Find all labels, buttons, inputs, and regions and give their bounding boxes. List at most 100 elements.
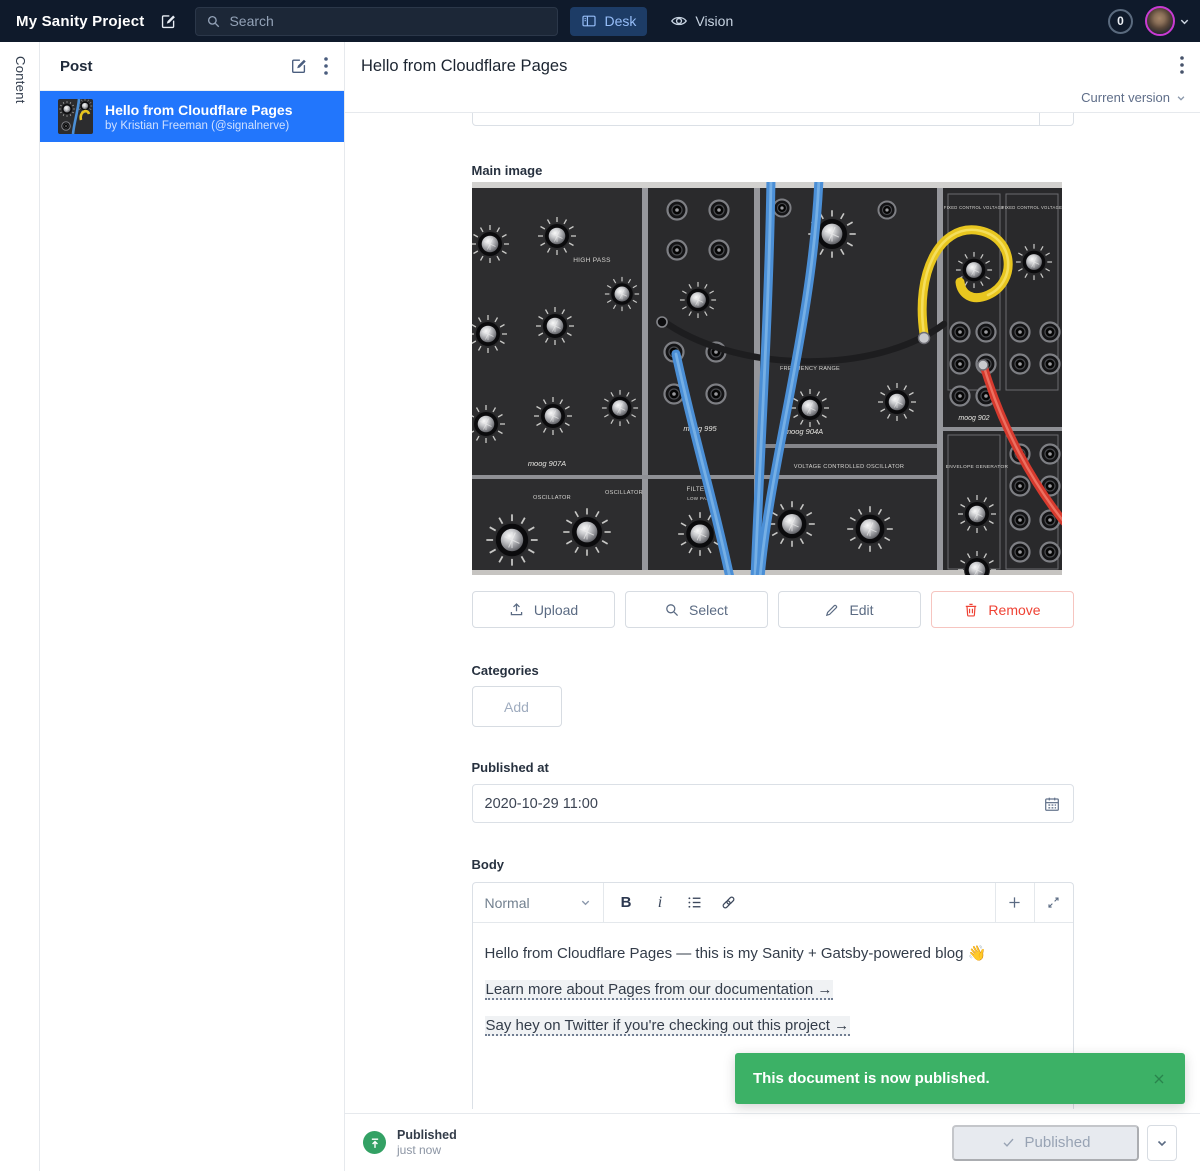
slug-generate-button[interactable]: [1039, 113, 1073, 125]
publish-status: Published just now: [363, 1128, 457, 1157]
document-editor-pane: Hello from Cloudflare Pages Current vers…: [345, 42, 1200, 1171]
chevron-down-icon: [1156, 1137, 1168, 1149]
publish-button[interactable]: Published: [952, 1125, 1139, 1161]
edit-button[interactable]: Edit: [778, 591, 921, 628]
list-item-post[interactable]: Hello from Cloudflare Pages by Kristian …: [40, 91, 344, 142]
project-title[interactable]: My Sanity Project: [16, 13, 144, 30]
remove-button[interactable]: Remove: [931, 591, 1074, 628]
upload-icon: [508, 601, 525, 618]
create-post-button[interactable]: [290, 57, 308, 75]
slug-field-cutoff: [472, 113, 1074, 127]
kebab-menu-icon: [1180, 56, 1184, 74]
avatar[interactable]: [1145, 6, 1175, 36]
document-menu-button[interactable]: [1180, 56, 1184, 74]
photo-label-moog-907a: moog 907A: [527, 459, 565, 468]
calendar-button[interactable]: [1043, 795, 1061, 813]
bullet-list-icon: [686, 894, 703, 911]
new-document-button[interactable]: [160, 13, 177, 30]
kebab-menu-icon: [324, 57, 328, 75]
compose-icon: [160, 13, 177, 30]
insert-block-button[interactable]: [995, 883, 1034, 922]
list-item-title: Hello from Cloudflare Pages: [105, 101, 292, 119]
main-image-label: Main image: [472, 163, 1074, 178]
style-dropdown-value: Normal: [485, 895, 530, 911]
body-paragraph[interactable]: Hello from Cloudflare Pages — this is my…: [485, 944, 1061, 964]
tab-desk-label: Desk: [604, 13, 636, 29]
photo-label-envelope: ENVELOPE GENERATOR: [945, 464, 1008, 470]
document-header: Hello from Cloudflare Pages Current vers…: [345, 42, 1200, 113]
toast-message: This document is now published.: [753, 1070, 990, 1087]
link-button[interactable]: [714, 888, 743, 917]
body-link-documentation[interactable]: Learn more about Pages from our document…: [485, 980, 834, 1000]
bullet-list-button[interactable]: [680, 888, 709, 917]
main-image: HIGH PASS FREQUENCY RANGE FIXED CONTROL …: [472, 182, 1062, 575]
toast-success: This document is now published.: [735, 1053, 1185, 1104]
body-text-area[interactable]: Hello from Cloudflare Pages — this is my…: [473, 923, 1073, 1036]
search-input[interactable]: [229, 13, 547, 29]
photo-label-fixed-cv-1: FIXED CONTROL VOLTAGE: [943, 205, 1003, 210]
photo-label-frequency-range: FREQUENCY RANGE: [779, 366, 839, 372]
user-menu[interactable]: [1145, 6, 1190, 36]
eye-icon: [670, 12, 688, 30]
fullscreen-button[interactable]: [1034, 883, 1073, 922]
pane-menu-button[interactable]: [324, 57, 328, 75]
tab-vision[interactable]: Vision: [659, 7, 744, 36]
post-thumbnail: [58, 99, 93, 134]
editor-toolbar: Normal B i: [473, 883, 1073, 923]
search-icon: [206, 14, 221, 29]
photo-label-vco: VOLTAGE CONTROLLED OSCILLATOR: [793, 464, 904, 470]
italic-button[interactable]: i: [646, 888, 675, 917]
publish-status-time: just now: [397, 1143, 457, 1157]
tab-vision-label: Vision: [695, 13, 733, 29]
add-category-button[interactable]: Add: [472, 686, 562, 727]
select-button[interactable]: Select: [625, 591, 768, 628]
document-title: Hello from Cloudflare Pages: [361, 57, 1184, 76]
select-label: Select: [689, 602, 728, 618]
document-footer: Published just now Published: [345, 1113, 1200, 1171]
content-rail[interactable]: Content: [0, 42, 40, 1171]
upload-button[interactable]: Upload: [472, 591, 615, 628]
published-at-field[interactable]: 2020-10-29 11:00: [472, 784, 1074, 823]
image-actions: Upload Select Edit: [472, 591, 1074, 628]
trash-icon: [963, 602, 979, 618]
list-item-subtitle: by Kristian Freeman (@signalnerve): [105, 120, 292, 132]
global-search[interactable]: [195, 7, 558, 36]
version-label: Current version: [1081, 90, 1170, 105]
remove-label: Remove: [988, 602, 1040, 618]
close-icon: [1151, 1071, 1167, 1087]
publish-menu-button[interactable]: [1147, 1125, 1177, 1161]
slug-input[interactable]: [472, 113, 1074, 126]
photo-label-oscillator-2: OSCILLATOR: [605, 490, 643, 496]
status-badge-count: 0: [1117, 14, 1124, 28]
search-icon: [664, 602, 680, 618]
link-icon: [720, 894, 737, 911]
plus-icon: [1006, 894, 1023, 911]
pane-header: Post: [40, 42, 344, 91]
main-image-preview[interactable]: HIGH PASS FREQUENCY RANGE FIXED CONTROL …: [472, 182, 1074, 575]
photo-label-fixed-cv-2: FIXED CONTROL VOLTAGE: [1001, 205, 1061, 210]
pencil-icon: [824, 602, 840, 618]
desk-icon: [581, 13, 597, 29]
pane-title: Post: [60, 58, 93, 75]
photo-label-high-pass: HIGH PASS: [573, 257, 611, 264]
document-form-scroll[interactable]: Main image: [345, 113, 1200, 1113]
published-status-icon: [363, 1131, 386, 1154]
style-dropdown[interactable]: Normal: [473, 883, 604, 922]
check-icon: [1001, 1135, 1016, 1150]
upload-label: Upload: [534, 602, 578, 618]
version-selector[interactable]: Current version: [1081, 90, 1186, 105]
categories-label: Categories: [472, 663, 1074, 678]
photo-label-moog-902: moog 902: [958, 415, 989, 422]
chevron-down-icon: [580, 897, 591, 908]
publish-arrow-icon: [368, 1136, 382, 1150]
tab-desk[interactable]: Desk: [570, 7, 647, 36]
published-at-value[interactable]: 2020-10-29 11:00: [485, 796, 1043, 812]
compose-icon: [290, 57, 308, 75]
photo-label-moog-904a: moog 904A: [784, 427, 822, 436]
add-label: Add: [504, 699, 529, 715]
status-badge[interactable]: 0: [1108, 9, 1133, 34]
chevron-down-icon: [1176, 93, 1186, 103]
toast-close-button[interactable]: [1151, 1071, 1167, 1087]
body-link-twitter[interactable]: Say hey on Twitter if you're checking ou…: [485, 1016, 851, 1036]
bold-button[interactable]: B: [612, 888, 641, 917]
